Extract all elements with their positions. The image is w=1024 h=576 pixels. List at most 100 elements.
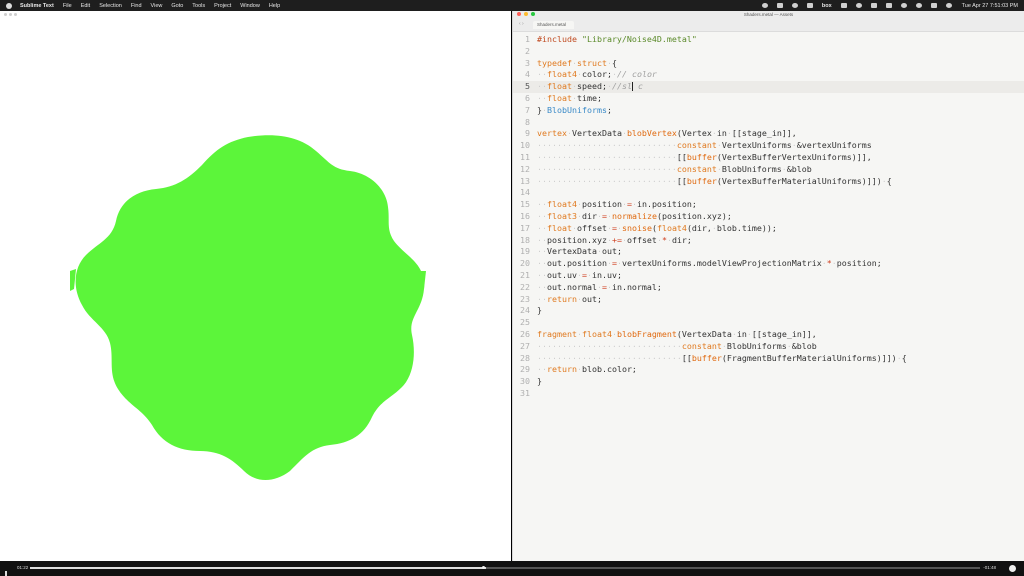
code-area[interactable]: 1 #include "Library/Noise4D.metal" 2 3 typed…: [513, 34, 1024, 400]
code-line[interactable]: 13 ····························[[buffer(V…: [513, 176, 1024, 188]
bluetooth-icon[interactable]: [870, 3, 877, 8]
code-text[interactable]: ··float·offset·=·snoise(float4(dir,·blob…: [537, 223, 777, 235]
code-text[interactable]: ··out.uv·=·in.uv;: [537, 270, 622, 282]
battery-icon[interactable]: [885, 3, 892, 8]
code-text[interactable]: ··position.xyz·+=·offset·*·dir;: [537, 235, 692, 247]
code-line[interactable]: 28 ·····························[[buffer(…: [513, 353, 1024, 365]
text-caret: [631, 82, 633, 92]
code-line[interactable]: 23 ··return·out;: [513, 294, 1024, 306]
code-line[interactable]: 12 ····························constant·B…: [513, 164, 1024, 176]
wifi-icon[interactable]: [900, 3, 907, 8]
code-text[interactable]: typedef·struct·{: [537, 58, 617, 70]
menu-view[interactable]: View: [151, 3, 163, 9]
code-line[interactable]: 1 #include "Library/Noise4D.metal": [513, 34, 1024, 46]
code-line[interactable]: 5 ··float·speed;·//sl c: [513, 81, 1024, 93]
code-text[interactable]: ····························[[buffer(Ver…: [537, 176, 892, 188]
control-center-icon[interactable]: [930, 3, 937, 8]
code-text[interactable]: ··float4·position·=·in.position;: [537, 199, 697, 211]
code-line[interactable]: 22 ··out.normal·=·in.normal;: [513, 282, 1024, 294]
menu-file[interactable]: File: [63, 3, 72, 9]
code-line[interactable]: 3 typedef·struct·{: [513, 58, 1024, 70]
code-text[interactable]: ····························constant·Blo…: [537, 164, 812, 176]
menu-edit[interactable]: Edit: [81, 3, 90, 9]
code-line[interactable]: 27 ·····························constant·…: [513, 341, 1024, 353]
code-line[interactable]: 7}·BlobUniforms;: [513, 105, 1024, 117]
menu-tools[interactable]: Tools: [192, 3, 205, 9]
status-icon[interactable]: [806, 3, 813, 8]
nav-arrows[interactable]: ‹ ›: [519, 21, 524, 27]
code-text[interactable]: vertex·VertexData·blobVertex(Vertex·in·[…: [537, 128, 797, 140]
line-number: 21: [520, 269, 530, 280]
status-icon[interactable]: [776, 3, 783, 8]
line-number: 25: [520, 317, 530, 328]
code-line[interactable]: 11 ····························[[buffer(V…: [513, 152, 1024, 164]
status-icon[interactable]: [791, 3, 798, 8]
search-icon[interactable]: [915, 3, 922, 8]
code-text[interactable]: ····························[[buffer(Ver…: [537, 152, 872, 164]
menu-goto[interactable]: Goto: [171, 3, 183, 9]
video-control-bar: 01:22 -01:48: [0, 561, 1024, 576]
code-line[interactable]: 10 ····························constant·V…: [513, 140, 1024, 152]
menu-window[interactable]: Window: [240, 3, 260, 9]
code-line[interactable]: 29 ··return·blob.color;: [513, 364, 1024, 376]
code-line[interactable]: 14: [513, 187, 1024, 199]
window-title: Shaders.metal — Assets: [743, 12, 794, 17]
status-icon[interactable]: [855, 3, 862, 8]
code-text[interactable]: ··float·speed;·//sl c: [537, 81, 643, 93]
code-text[interactable]: ·····························constant·Bl…: [537, 341, 817, 353]
code-line[interactable]: 6 ··float·time;: [513, 93, 1024, 105]
zoom-button[interactable]: [14, 13, 17, 16]
code-text[interactable]: ··return·out;: [537, 294, 602, 306]
menu-help[interactable]: Help: [269, 3, 280, 9]
code-text[interactable]: fragment·float4·blobFragment(VertexData·…: [537, 329, 817, 341]
scrubber-track[interactable]: [30, 567, 980, 569]
line-number: 18: [520, 234, 530, 245]
code-line[interactable]: 20 ··out.position·=·vertexUniforms.modelV…: [513, 258, 1024, 270]
code-line[interactable]: 18 ··position.xyz·+=·offset·*·dir;: [513, 235, 1024, 247]
code-line[interactable]: 25: [513, 317, 1024, 329]
menu-find[interactable]: Find: [131, 3, 142, 9]
code-line[interactable]: 4 ··float4·color;·// color: [513, 69, 1024, 81]
apple-icon[interactable]: [6, 2, 12, 9]
volume-knob[interactable]: [1009, 565, 1016, 572]
code-text[interactable]: ··float4·color;·// color: [537, 69, 657, 81]
code-line[interactable]: 31: [513, 388, 1024, 400]
code-line[interactable]: 26 fragment·float4·blobFragment(VertexDat…: [513, 329, 1024, 341]
code-line[interactable]: 9 vertex·VertexData·blobVertex(Vertex·in·…: [513, 128, 1024, 140]
code-text[interactable]: ··return·blob.color;: [537, 364, 637, 376]
code-text[interactable]: ··VertexData·out;: [537, 246, 622, 258]
code-text[interactable]: }: [537, 305, 542, 317]
code-line[interactable]: 19 ··VertexData·out;: [513, 246, 1024, 258]
status-icon[interactable]: [840, 3, 847, 8]
code-text[interactable]: ··out.normal·=·in.normal;: [537, 282, 662, 294]
status-icon[interactable]: [761, 3, 768, 8]
code-line[interactable]: 15 ··float4·position·=·in.position;: [513, 199, 1024, 211]
code-line[interactable]: 16 ··float3·dir·=·normalize(position.xyz)…: [513, 211, 1024, 223]
line-number: 26: [520, 328, 530, 339]
menu-selection[interactable]: Selection: [99, 3, 122, 9]
code-text[interactable]: ··float·time;: [537, 93, 602, 105]
code-line[interactable]: 17 ··float·offset·=·snoise(float4(dir,·bl…: [513, 223, 1024, 235]
code-line[interactable]: 8: [513, 117, 1024, 129]
siri-icon[interactable]: [945, 3, 952, 8]
menu-clock[interactable]: Tue Apr 27 7:51:03 PM: [962, 3, 1018, 9]
minimize-button[interactable]: [9, 13, 12, 16]
code-text[interactable]: }·BlobUniforms;: [537, 105, 612, 117]
code-text[interactable]: #include "Library/Noise4D.metal": [537, 34, 697, 46]
code-line[interactable]: 30}: [513, 376, 1024, 388]
pause-icon[interactable]: [5, 565, 10, 576]
code-line[interactable]: 2: [513, 46, 1024, 58]
code-text[interactable]: }: [537, 376, 542, 388]
code-text[interactable]: ·····························[[buffer(Fr…: [537, 353, 907, 365]
tab-shaders-metal[interactable]: Shaders.metal: [533, 21, 575, 29]
code-text[interactable]: ····························constant·Ver…: [537, 140, 872, 152]
code-text[interactable]: ··out.position·=·vertexUniforms.modelVie…: [537, 258, 882, 270]
scrubber-handle[interactable]: [482, 566, 485, 569]
menu-app-name[interactable]: Sublime Text: [20, 3, 54, 9]
code-text[interactable]: ··float3·dir·=·normalize(position.xyz);: [537, 211, 732, 223]
box-status-item[interactable]: box: [822, 3, 832, 9]
menu-project[interactable]: Project: [214, 3, 231, 9]
close-button[interactable]: [4, 13, 7, 16]
code-line[interactable]: 21 ··out.uv·=·in.uv;: [513, 270, 1024, 282]
code-line[interactable]: 24}: [513, 305, 1024, 317]
